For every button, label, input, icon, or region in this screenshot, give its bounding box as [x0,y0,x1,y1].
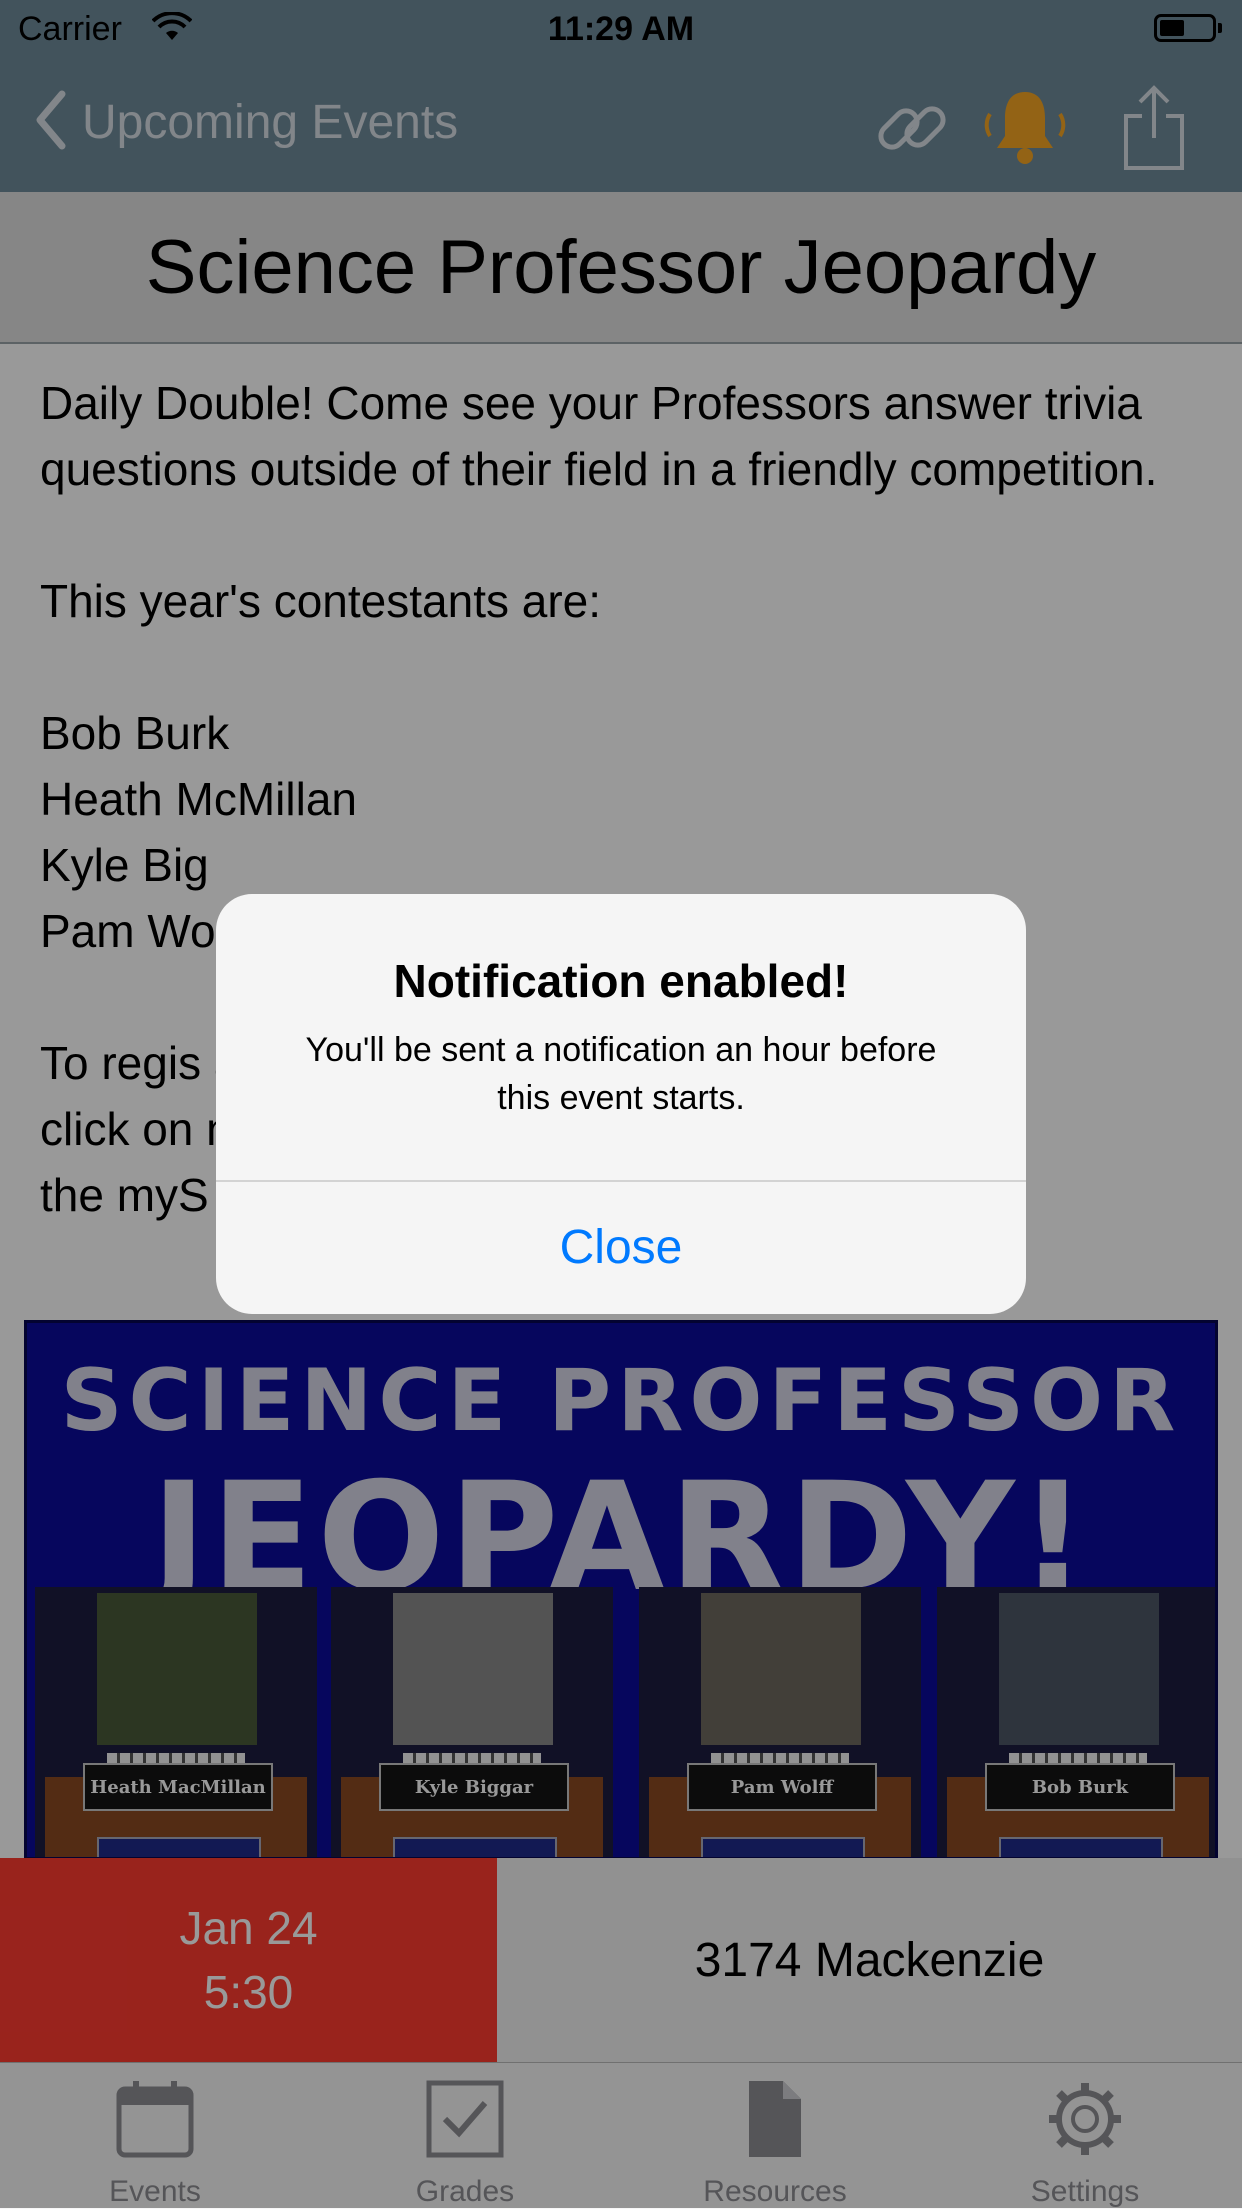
status-time: 11:29 AM [547,10,695,48]
contestant-photo [701,1593,861,1745]
bell-icon[interactable] [980,84,1070,175]
nav-bar: Upcoming Events [0,62,1242,192]
contestant-nameplate: Bob Burk [985,1763,1175,1811]
event-title: Science Professor Jeopardy [145,225,1097,310]
back-button[interactable]: Upcoming Events [34,90,458,155]
notification-alert: Notification enabled! You'll be sent a n… [216,894,1026,1314]
tab-bar: Events Grades Resources Settings [0,2062,1242,2209]
back-label: Upcoming Events [82,96,459,149]
podium-subject [999,1837,1163,1857]
tab-label: Grades [415,2175,515,2208]
link-icon[interactable] [872,88,952,173]
contestant-podium: Heath MacMillan [35,1587,317,1857]
contestant-photo [97,1593,257,1745]
contestant-photo [999,1593,1159,1745]
tab-settings[interactable]: Settings [930,2063,1240,2209]
alert-title: Notification enabled! [393,955,849,1007]
alert-message: You'll be sent a notification an hour be… [305,1031,937,1117]
podium-subject [701,1837,865,1857]
event-date: Jan 24 [179,1902,318,1954]
contestant-nameplate: Heath MacMillan [83,1763,273,1811]
event-location-label: 3174 Mackenzie [694,1933,1045,1987]
tab-label: Events [109,2175,201,2208]
tab-label: Settings [1030,2175,1140,2208]
contestant-nameplate: Pam Wolff [687,1763,877,1811]
tab-resources[interactable]: Resources [620,2063,930,2209]
share-icon[interactable] [1122,82,1186,177]
chevron-left-icon [34,90,66,155]
tab-events[interactable]: Events [0,2063,310,2209]
event-time: 5:30 [203,1966,294,2018]
description-paragraph: Daily Double! Come see your Professors a… [40,377,1158,495]
description-paragraph: This year's contestants are: [40,575,602,627]
contestant-photo [393,1593,553,1745]
event-title-bar: Science Professor Jeopardy [0,192,1242,344]
contestant-podium: Kyle Biggar [331,1587,613,1857]
event-banner-image: SCIENCE PROFESSOR JEOPARDY! Heath MacMil… [24,1320,1218,1860]
tab-grades[interactable]: Grades [310,2063,620,2209]
contestant-nameplate: Kyle Biggar [379,1763,569,1811]
contestant-podium: Bob Burk [937,1587,1215,1857]
tab-label: Resources [703,2175,847,2208]
close-button[interactable]: Close [216,1182,1026,1314]
event-info-bar: Jan 24 5:30 3174 Mackenzie [0,1858,1242,2062]
podium-subject [393,1837,557,1857]
event-date-box: Jan 24 5:30 [0,1858,497,2062]
banner-line-1: SCIENCE PROFESSOR [60,1351,1182,1451]
event-location[interactable]: 3174 Mackenzie [497,1858,1242,2062]
status-bar: Carrier 11:29 AM [0,0,1242,62]
podium-subject [97,1837,261,1857]
battery-icon [1154,14,1222,42]
contestant-podium: Pam Wolff [639,1587,921,1857]
